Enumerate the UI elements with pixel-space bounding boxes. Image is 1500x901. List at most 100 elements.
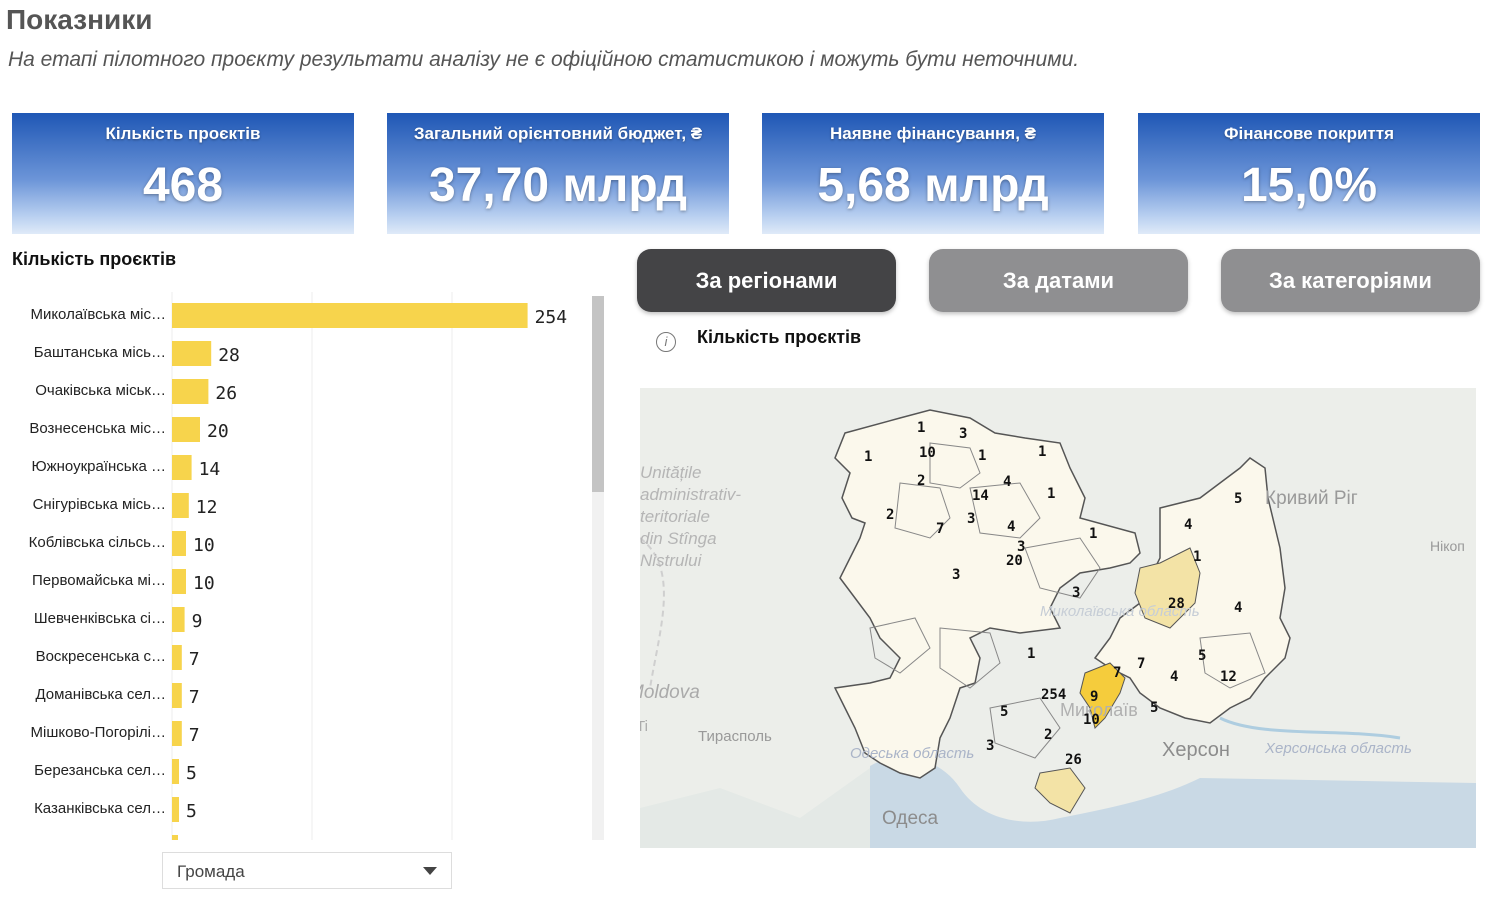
bar[interactable] bbox=[172, 721, 182, 746]
ro-label-line: administrativ- bbox=[640, 485, 741, 504]
bar[interactable] bbox=[172, 759, 179, 784]
region-value: 10 bbox=[919, 445, 936, 461]
region-value: 7 bbox=[1113, 665, 1121, 681]
region-value: 4 bbox=[1184, 517, 1192, 533]
region-value: 20 bbox=[1006, 553, 1023, 569]
region-value: 3 bbox=[967, 511, 975, 527]
bar-chart-svg: Миколаївська міс… 254 Баштанська місь… 28 Оч… bbox=[29, 292, 567, 840]
region-value: 4 bbox=[1007, 519, 1015, 535]
bar-chart: Миколаївська міс… 254 Баштанська місь… 28 Оч… bbox=[10, 292, 605, 840]
bar-value-label: 9 bbox=[192, 611, 203, 632]
bar-value-label: 20 bbox=[207, 421, 229, 442]
kpi-card-projects: Кількість проєктів 468 bbox=[12, 113, 354, 234]
region-value: 5 bbox=[1234, 491, 1242, 507]
category-label: Южноукраїнська … bbox=[31, 458, 166, 475]
bar[interactable] bbox=[172, 645, 182, 670]
region-value: 4 bbox=[1003, 474, 1011, 490]
bar[interactable] bbox=[172, 379, 209, 404]
page-title: Показники bbox=[6, 4, 153, 35]
kpi-label: Кількість проєктів bbox=[105, 124, 261, 143]
bar[interactable] bbox=[172, 797, 179, 822]
region-value: 7 bbox=[936, 521, 944, 537]
tab-by-regions[interactable]: За регіонами bbox=[637, 249, 896, 312]
kpi-label: Фінансове покриття bbox=[1223, 124, 1395, 143]
category-label: Шевченківська сі… bbox=[34, 610, 166, 627]
kpi-value: 468 bbox=[142, 159, 224, 212]
region-value: 2 bbox=[886, 507, 894, 523]
category-label: Очаківська міськ… bbox=[35, 382, 166, 399]
category-label: Казанківська сел… bbox=[34, 800, 166, 817]
kpi-label: Наявне фінансування, ₴ bbox=[830, 124, 1036, 143]
bar-value-label: 26 bbox=[215, 383, 237, 404]
bar-value-label: 7 bbox=[189, 725, 200, 746]
region-value: 1 bbox=[917, 420, 925, 436]
bar-value-label: 7 bbox=[189, 687, 200, 708]
bar[interactable] bbox=[172, 493, 189, 518]
bar[interactable] bbox=[172, 341, 212, 366]
bar-chart-title: Кількість проєктів bbox=[12, 249, 177, 269]
region-value: 1 bbox=[1089, 526, 1097, 542]
region-value: 5 bbox=[1150, 700, 1158, 716]
ro-label-line: teritoriale bbox=[640, 507, 710, 526]
category-label: Воскресенська с… bbox=[36, 648, 166, 665]
region-value: 2 bbox=[917, 473, 925, 489]
chart-scrollbar-thumb[interactable] bbox=[592, 296, 604, 492]
odesa-label: Одеса bbox=[882, 808, 939, 829]
map-title: Кількість проєктів bbox=[697, 327, 862, 347]
region-value: 5 bbox=[1000, 704, 1008, 720]
bar-value-label: 10 bbox=[193, 573, 215, 594]
kpi-label: Загальний орієнтовний бюджет, ₴ bbox=[413, 124, 703, 143]
region-value: 14 bbox=[972, 488, 989, 504]
kherson-label: Херсон bbox=[1162, 739, 1230, 761]
category-label: Мішково-Погорілі… bbox=[31, 724, 166, 741]
bar-value-label: 5 bbox=[186, 801, 197, 822]
region-value: 4 bbox=[1170, 669, 1178, 685]
tiraspol-label: Тирасполь bbox=[698, 728, 772, 745]
khersonska-oblast-label: Херсонська область bbox=[1264, 740, 1412, 757]
info-icon[interactable]: i bbox=[656, 332, 676, 352]
kryvyi-rih-label: Кривий Ріг bbox=[1265, 488, 1358, 509]
page-subtitle: На етапі пілотного проєкту результати ан… bbox=[8, 48, 1080, 71]
region-value: 1 bbox=[1027, 646, 1035, 662]
region-value: 1 bbox=[978, 448, 986, 464]
bar[interactable] bbox=[172, 683, 182, 708]
bar-value-label: 7 bbox=[189, 649, 200, 670]
tab-by-dates[interactable]: За датами bbox=[929, 249, 1188, 312]
region-map[interactable]: Unitățile administrativ- teritoriale din… bbox=[640, 388, 1476, 848]
category-label: Миколаївська міс… bbox=[30, 306, 166, 323]
bar[interactable] bbox=[172, 455, 192, 480]
category-label: Первомайська мі… bbox=[32, 572, 166, 589]
kpi-value: 15,0% bbox=[1240, 159, 1378, 212]
bar[interactable] bbox=[172, 417, 200, 442]
map-svg: Unitățile administrativ- teritoriale din… bbox=[640, 388, 1476, 848]
odeska-oblast-label: Одеська область bbox=[850, 745, 974, 762]
dropdown-label: Громада bbox=[177, 862, 245, 881]
community-dropdown[interactable]: Громада bbox=[162, 852, 452, 889]
region-value: 28 bbox=[1168, 596, 1185, 612]
region-value: 10 bbox=[1083, 712, 1100, 728]
bar-value-label: 14 bbox=[199, 459, 221, 480]
category-label: Баштанська місь… bbox=[34, 344, 166, 361]
ro-label-line: din Stînga bbox=[640, 529, 717, 548]
region-value: 2 bbox=[1044, 727, 1052, 743]
region-value: 3 bbox=[952, 567, 960, 583]
nikopol-label: Нікоп bbox=[1430, 538, 1465, 554]
moldova-label: Moldova bbox=[640, 682, 700, 703]
category-label: Снігурівська місь… bbox=[33, 496, 166, 513]
bar-value-label: 10 bbox=[193, 535, 215, 556]
kpi-card-funding: Наявне фінансування, ₴ 5,68 млрд bbox=[762, 113, 1104, 234]
ro-label-line: Unitățile bbox=[640, 463, 701, 482]
bar[interactable] bbox=[172, 835, 178, 840]
bar[interactable] bbox=[172, 531, 186, 556]
region-value: 1 bbox=[1047, 486, 1055, 502]
bar[interactable] bbox=[172, 303, 528, 328]
region-value: 7 bbox=[1137, 656, 1145, 672]
region-value: 9 bbox=[1090, 689, 1098, 705]
kpi-value: 5,68 млрд bbox=[817, 159, 1049, 212]
bar[interactable] bbox=[172, 569, 186, 594]
region-value: 26 bbox=[1065, 752, 1082, 768]
tab-by-categories[interactable]: За категоріями bbox=[1221, 249, 1480, 312]
bar[interactable] bbox=[172, 607, 185, 632]
bar-value-label: 5 bbox=[186, 763, 197, 784]
bar-value-label: 28 bbox=[218, 345, 240, 366]
